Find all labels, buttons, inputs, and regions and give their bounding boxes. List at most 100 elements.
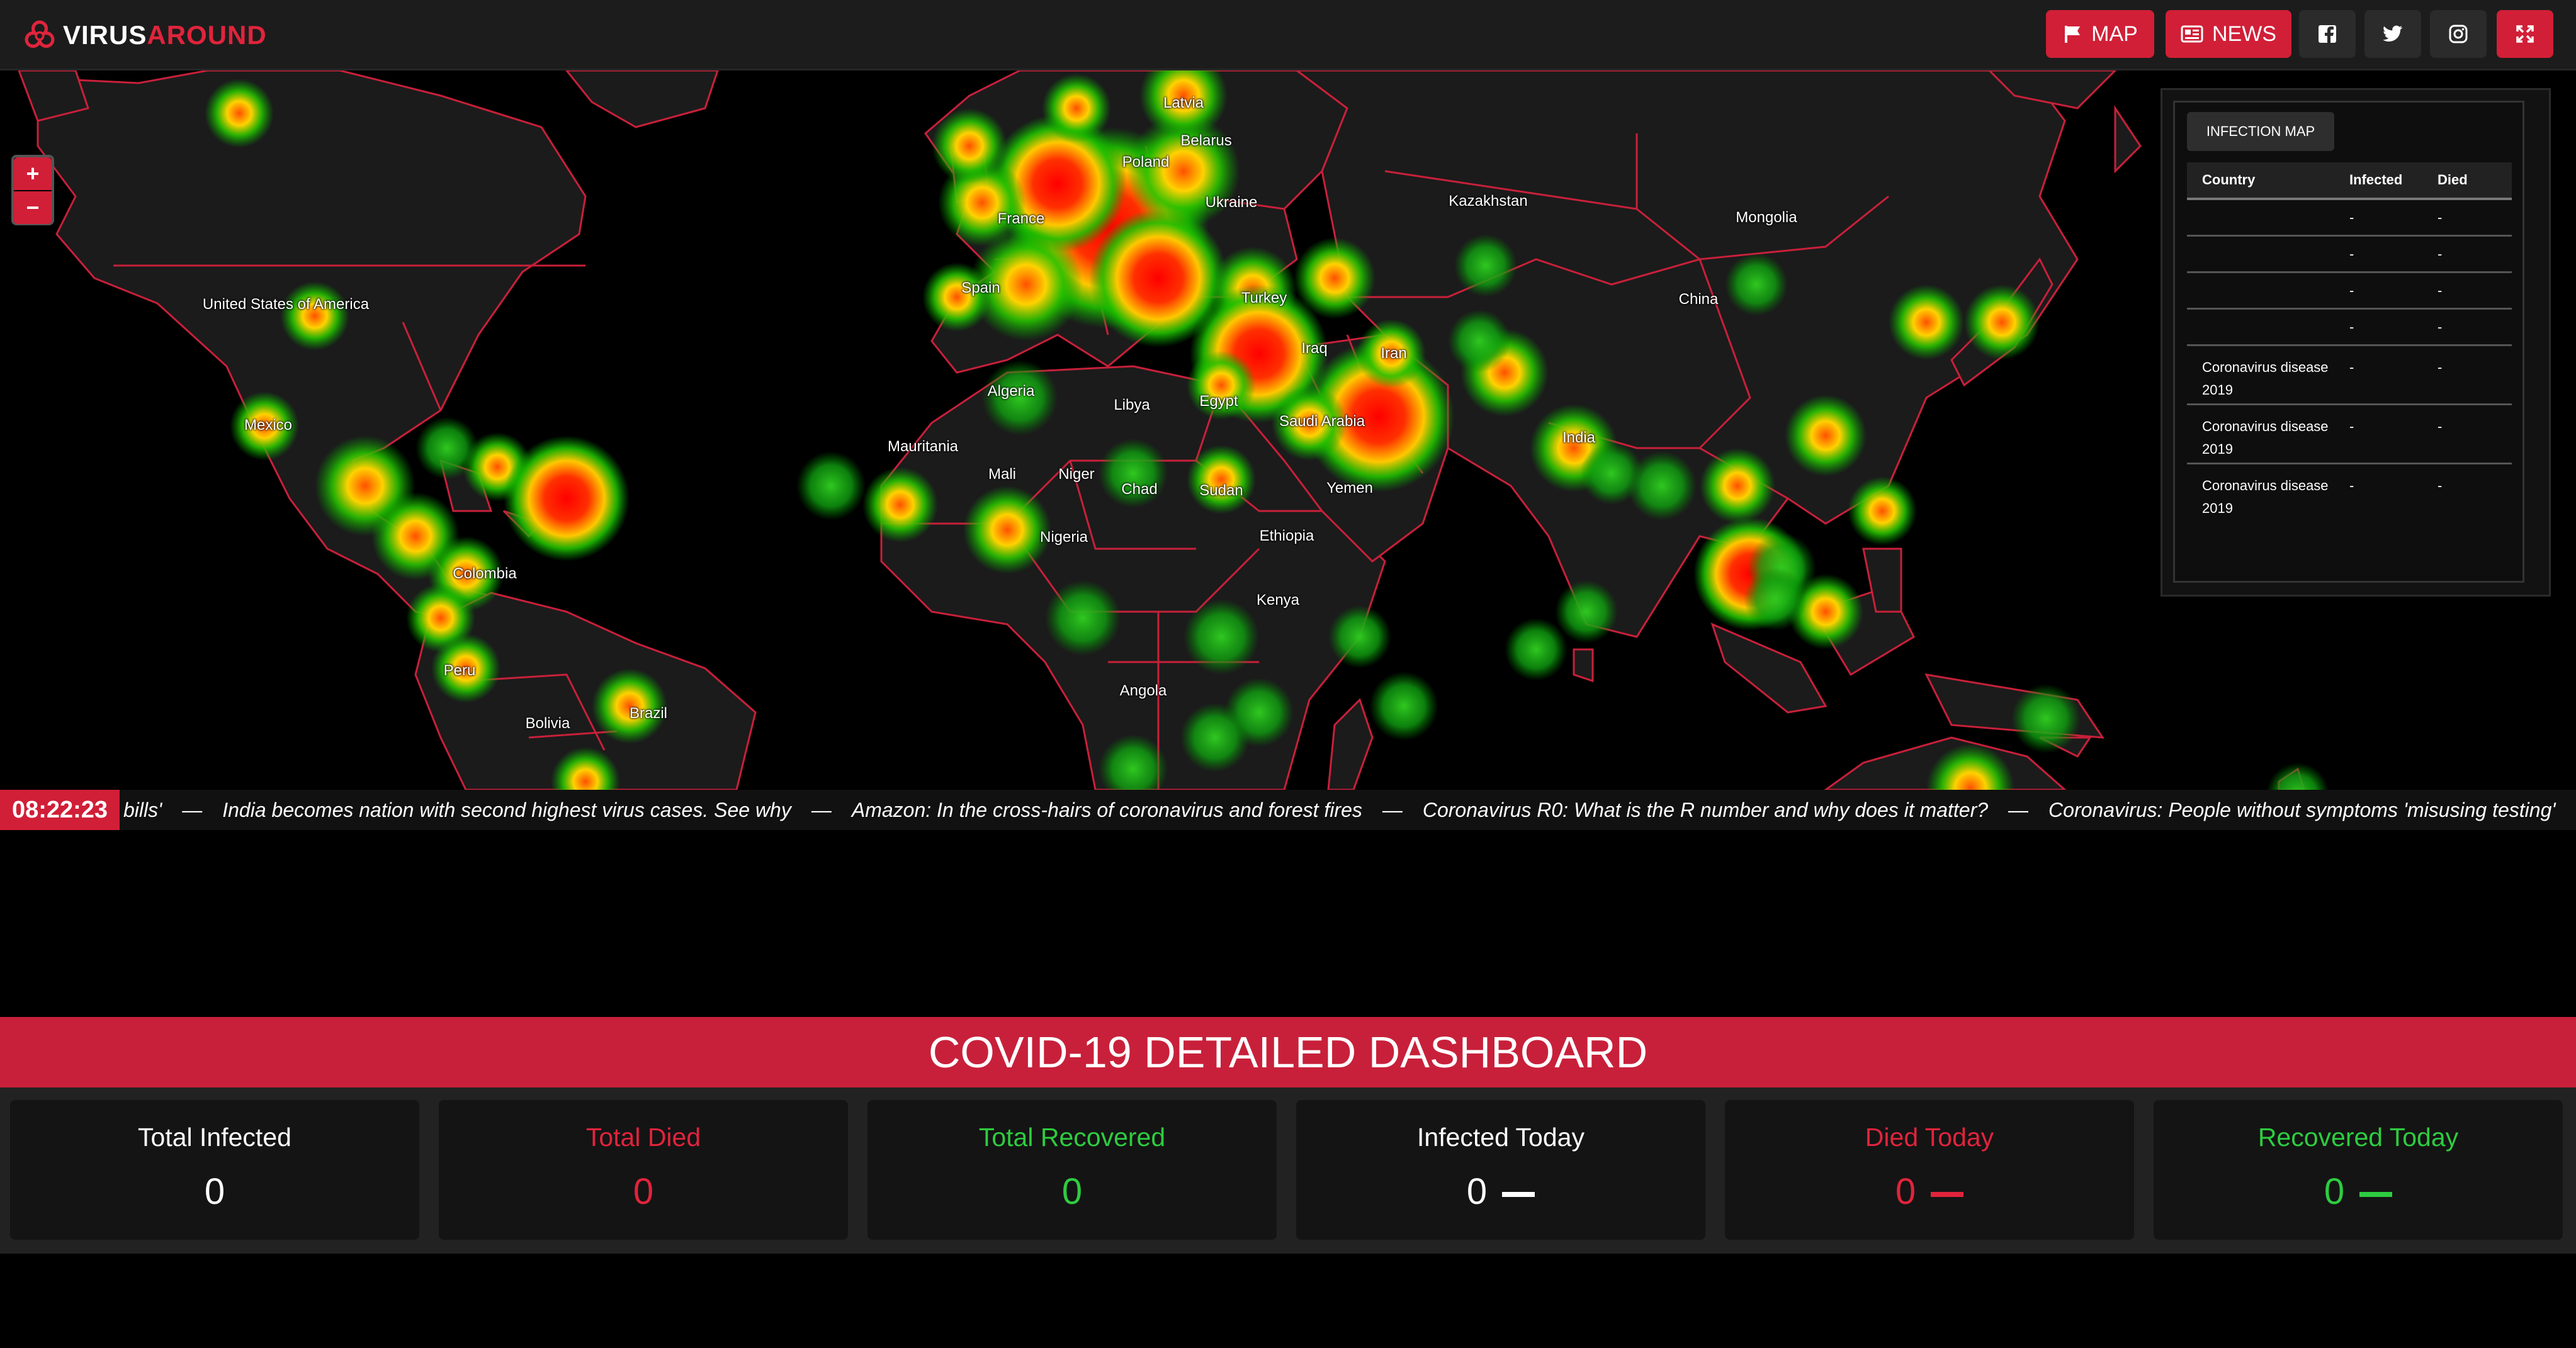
ticker-item[interactable]: Amazon: In the cross-hairs of coronaviru…: [852, 799, 1362, 822]
cell-infected: -: [2349, 478, 2354, 493]
map-button[interactable]: MAP: [2046, 10, 2154, 58]
heat-spot: [1454, 234, 1517, 297]
table-row[interactable]: Coronavirus disease 2019 - -: [2187, 464, 2512, 524]
country-label: Saudi Arabia: [1279, 413, 1365, 430]
stat-title: Total Recovered: [978, 1123, 1166, 1152]
heat-spot: [862, 467, 938, 542]
column-header-country[interactable]: Country: [2187, 169, 2342, 191]
heat-spot: [1700, 448, 1775, 524]
cell-died: -: [2438, 209, 2443, 225]
country-label: Chad: [1121, 481, 1158, 498]
country-label: Belarus: [1180, 132, 1232, 149]
heat-spot: [1627, 451, 1697, 520]
biohazard-icon: [25, 20, 55, 48]
country-label: France: [997, 210, 1045, 227]
heat-spot: [1045, 580, 1121, 656]
stat-title: Died Today: [1865, 1123, 1994, 1152]
column-header-died[interactable]: Died: [2430, 172, 2512, 188]
country-label: Kenya: [1256, 592, 1300, 609]
heat-spot: [415, 417, 478, 480]
country-label: Colombia: [453, 565, 517, 582]
heat-spot: [1042, 74, 1111, 143]
country-label: Turkey: [1241, 289, 1287, 306]
zoom-in-button[interactable]: +: [14, 157, 52, 190]
stat-value: 0: [633, 1171, 654, 1212]
country-label: Mali: [988, 466, 1017, 483]
cell-infected: -: [2349, 245, 2354, 262]
stat-card-died-today: Died Today 0: [1725, 1100, 2134, 1240]
country-label: Mexico: [244, 417, 293, 434]
stat-card-total-infected: Total Infected 0: [10, 1100, 419, 1240]
tab-infection-map[interactable]: INFECTION MAP: [2187, 112, 2334, 151]
country-label: India: [1562, 429, 1596, 446]
column-header-infected[interactable]: Infected: [2342, 172, 2430, 188]
stat-value: 0: [2324, 1171, 2345, 1212]
heat-spot: [504, 435, 630, 561]
twitter-button[interactable]: [2364, 10, 2421, 58]
stat-value-row: 0: [1725, 1171, 2134, 1213]
trend-flat-icon: [1502, 1191, 1535, 1197]
country-label: Niger: [1058, 466, 1095, 483]
trend-flat-icon: [1931, 1191, 1964, 1197]
heat-spot: [1369, 671, 1438, 741]
cell-infected: -: [2349, 418, 2354, 434]
fullscreen-button[interactable]: [2497, 10, 2553, 58]
ticker-item[interactable]: Coronavirus: People without symptoms 'mi…: [2048, 799, 2555, 822]
cell-country: Coronavirus disease 2019: [2202, 418, 2329, 457]
cell-infected: -: [2349, 359, 2354, 375]
heat-spot: [1785, 395, 1867, 476]
stat-title: Total Died: [585, 1123, 701, 1152]
country-label: Bolivia: [525, 715, 570, 732]
cell-died: -: [2438, 245, 2443, 262]
top-bar: VIRUSAROUND MAP NEWS: [0, 0, 2576, 70]
brand-logo[interactable]: VIRUSAROUND: [21, 16, 267, 54]
cell-died: -: [2438, 418, 2443, 434]
country-label: Kazakhstan: [1449, 193, 1528, 210]
stat-card-infected-today: Infected Today 0: [1296, 1100, 1705, 1240]
ticker-separator: —: [811, 798, 832, 821]
news-button-label: NEWS: [2212, 21, 2276, 46]
table-row[interactable]: - -: [2187, 237, 2512, 273]
country-label: Mauritania: [887, 438, 959, 455]
news-button[interactable]: NEWS: [2166, 10, 2291, 58]
country-label: Nigeria: [1039, 529, 1088, 546]
cell-died: -: [2438, 359, 2443, 375]
ticker-separator: —: [2008, 798, 2029, 821]
heat-spot: [1183, 599, 1259, 675]
country-label: Mongolia: [1736, 209, 1797, 226]
cell-infected: -: [2349, 282, 2354, 298]
heat-spot: [796, 451, 866, 520]
table-row[interactable]: - -: [2187, 273, 2512, 310]
instagram-button[interactable]: [2430, 10, 2487, 58]
heat-spot: [2266, 763, 2329, 790]
stat-title: Total Infected: [138, 1123, 291, 1152]
table-row[interactable]: - -: [2187, 310, 2512, 346]
table-row[interactable]: Coronavirus disease 2019 - -: [2187, 405, 2512, 464]
cell-died: -: [2438, 282, 2443, 298]
ticker-item[interactable]: Coronavirus R0: What is the R number and…: [1423, 799, 1988, 822]
ticker-clock: 08:22:23: [0, 790, 120, 830]
stat-value: 0: [204, 1171, 225, 1212]
stat-value: 0: [1061, 1171, 1083, 1212]
facebook-button[interactable]: [2299, 10, 2356, 58]
cell-infected: -: [2349, 318, 2354, 335]
ticker-item[interactable]: India becomes nation with second highest…: [222, 799, 791, 822]
heat-spot: [1294, 237, 1376, 319]
brand-name: VIRUSAROUND: [63, 20, 267, 50]
ticker-item[interactable]: bills': [123, 799, 162, 822]
country-label: Yemen: [1326, 480, 1373, 497]
infection-table: Country Infected Died - - - - - - - - Co…: [2187, 162, 2512, 524]
country-label: Egypt: [1199, 393, 1238, 410]
heat-spot: [1555, 580, 1618, 643]
heat-spot: [1328, 605, 1391, 668]
instagram-icon: [2449, 25, 2468, 43]
table-row[interactable]: Coronavirus disease 2019 - -: [2187, 346, 2512, 405]
heat-spot: [280, 281, 349, 351]
heat-spot: [1964, 284, 2040, 360]
map-button-label: MAP: [2091, 21, 2138, 46]
zoom-out-button[interactable]: −: [14, 191, 52, 224]
country-label: Ukraine: [1205, 194, 1258, 211]
table-row[interactable]: - -: [2187, 200, 2512, 237]
table-header: Country Infected Died: [2187, 162, 2512, 200]
heat-spot: [205, 79, 274, 148]
